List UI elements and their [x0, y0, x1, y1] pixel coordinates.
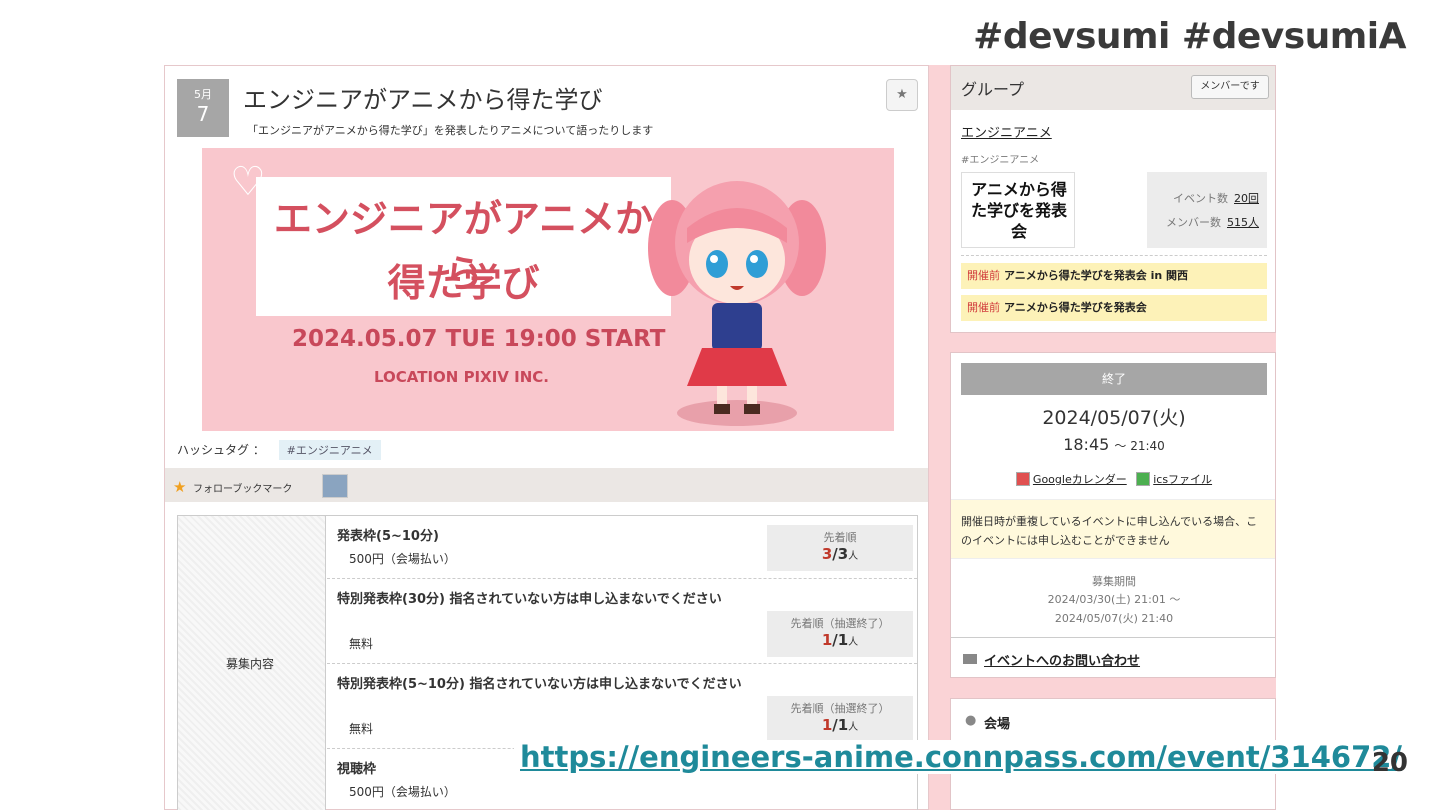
quota-unit: 人	[848, 722, 859, 733]
event-count-link[interactable]: 20回	[1234, 192, 1259, 205]
slide-hashtags: #devsumi #devsumiA	[973, 16, 1406, 57]
event-main-panel: 5月 7 エンジニアがアニメから得た学び 「エンジニアがアニメから得た学び」を発…	[164, 65, 929, 810]
group-header: グループ メンバーです	[951, 66, 1275, 110]
ticket-price: 500円（会場払い）	[349, 552, 456, 566]
ticket-price: 無料	[349, 722, 374, 736]
group-name-link[interactable]: エンジニアニメ	[961, 122, 1052, 141]
group-panel: グループ メンバーです エンジニアニメ #エンジニアニメ アニメから得た学びを発…	[950, 65, 1276, 333]
ticket-price: 500円（会場払い）	[349, 785, 456, 799]
event-month: 5月	[194, 88, 212, 101]
event-date: 2024/05/07(火)	[1042, 407, 1186, 429]
ticket-price: 無料	[349, 637, 374, 651]
quota-type: 先着順（抽選終了）	[790, 617, 890, 630]
event-status-badge: 開催前	[967, 269, 1000, 282]
event-count-label: イベント数	[1173, 192, 1228, 205]
quota-capacity: 1	[837, 716, 849, 734]
event-url-link[interactable]: https://engineers-anime.connpass.com/eve…	[514, 740, 1409, 774]
quota-count: 1/1人	[767, 716, 913, 734]
event-title: エンジニアがアニメから得た学び	[243, 86, 603, 114]
table-row: 特別発表枠(5~10分) 指名されていない方は申し込まないでください 無料 先着…	[327, 664, 917, 749]
map-pin-icon: ●	[965, 713, 977, 728]
event-status-ended: 終了	[961, 363, 1267, 395]
quota-unit: 人	[848, 551, 859, 562]
event-start-time: 18:45	[1063, 435, 1110, 454]
hashtag-row: ハッシュタグ ： #エンジニアニメ	[177, 440, 381, 460]
recruitment-header: 募集内容	[178, 516, 326, 810]
ticket-quota: 先着順（抽選終了） 1/1人	[767, 611, 913, 657]
contact-row: イベントへのお問い合わせ	[951, 637, 1275, 677]
avatar[interactable]	[322, 474, 348, 498]
quota-filled: 3	[821, 545, 833, 563]
quota-filled: 1	[821, 631, 833, 649]
table-row: 発表枠(5~10分) 500円（会場払い） 先着順 3/3人	[327, 516, 917, 579]
member-count-row: メンバー数 515人	[1166, 214, 1259, 230]
contact-link[interactable]: イベントへのお問い合わせ	[984, 650, 1140, 669]
calendar-icon	[1015, 472, 1030, 486]
group-event-item[interactable]: 開催前 アニメから得た学びを発表会	[961, 295, 1267, 321]
slide-page-number: 20	[1371, 748, 1408, 778]
follow-bookmark-bar: ★ フォローブックマーク	[165, 468, 928, 502]
ticket-quota: 先着順（抽選終了） 1/1人	[767, 696, 913, 742]
anime-character-illustration	[648, 181, 826, 426]
member-count-label: メンバー数	[1166, 216, 1221, 229]
venue-label: 会場	[984, 717, 1011, 732]
recruit-period-end: 2024/05/07(火) 21:40	[1054, 612, 1174, 625]
group-header-title: グループ	[961, 80, 1025, 99]
ticket-name: 発表枠(5~10分)	[337, 529, 439, 544]
quota-type: 先着順	[823, 531, 857, 544]
ticket-quota: 先着順 3/3人	[767, 525, 913, 571]
event-time: 18:45 ～ 21:40	[951, 435, 1276, 454]
quota-type: 先着順（抽選終了）	[790, 702, 890, 715]
quota-capacity: 1	[837, 631, 849, 649]
connpass-screenshot: 5月 7 エンジニアがアニメから得た学び 「エンジニアがアニメから得た学び」を発…	[164, 65, 1276, 810]
group-event-title: アニメから得た学びを発表会 in 関西	[1004, 269, 1189, 282]
event-banner: ♡ ♡ エンジニアがアニメから 得た学び 2024.05.07 TUE 19:0…	[202, 148, 894, 431]
event-day: 7	[196, 102, 210, 126]
divider	[961, 255, 1267, 256]
recruitment-header-label: 募集内容	[226, 657, 275, 671]
duplicate-warning: 開催日時が重複しているイベントに申し込んでいる場合、このイベントには申し込むこと…	[951, 499, 1275, 559]
banner-date: 2024.05.07 TUE 19:00 START	[292, 326, 666, 352]
recruit-period-start: 2024/03/30(土) 21:01 ～	[1047, 593, 1181, 606]
follow-bookmark-label: フォローブックマーク	[193, 484, 293, 495]
download-icon	[1136, 472, 1151, 486]
calendar-links: Googleカレンダー icsファイル	[951, 471, 1276, 487]
bookmark-button[interactable]: ★	[886, 79, 918, 111]
table-row: 特別発表枠(30分) 指名されていない方は申し込まないでください 無料 先着順（…	[327, 579, 917, 664]
ticket-name: 特別発表枠(5~10分) 指名されていない方は申し込まないでください	[337, 677, 742, 692]
schedule-panel: 終了 2024/05/07(火) 18:45 ～ 21:40 Googleカレン…	[950, 352, 1276, 678]
banner-title-line2: 得た学び	[387, 261, 540, 305]
google-calendar-link[interactable]: Googleカレンダー	[1033, 473, 1127, 486]
quota-unit: 人	[848, 637, 859, 648]
star-icon: ★	[896, 87, 908, 102]
member-status-button[interactable]: メンバーです	[1191, 75, 1269, 99]
mail-icon	[963, 654, 977, 664]
group-hashtag: #エンジニアニメ	[961, 155, 1040, 166]
group-logo-text: アニメから得た学びを発表会	[970, 180, 1067, 241]
quota-filled: 1	[821, 716, 833, 734]
quota-count: 1/1人	[767, 631, 913, 649]
recruit-period-label: 募集期間	[1092, 575, 1136, 588]
ics-file-link[interactable]: icsファイル	[1153, 473, 1212, 486]
group-logo[interactable]: アニメから得た学びを発表会	[961, 172, 1075, 248]
ticket-name: 特別発表枠(30分) 指名されていない方は申し込まないでください	[337, 592, 722, 607]
event-end-time: ～ 21:40	[1114, 439, 1165, 453]
hashtag-label: ハッシュタグ ：	[177, 443, 265, 457]
group-event-item[interactable]: 開催前 アニメから得た学びを発表会 in 関西	[961, 263, 1267, 289]
quota-count: 3/3人	[767, 545, 913, 563]
event-count-row: イベント数 20回	[1173, 190, 1259, 206]
event-status-badge: 開催前	[967, 301, 1000, 314]
star-icon: ★	[173, 478, 187, 496]
hashtag-link[interactable]: #エンジニアニメ	[278, 440, 381, 460]
banner-location: LOCATION PIXIV INC.	[374, 368, 549, 386]
group-stats: イベント数 20回 メンバー数 515人	[1147, 172, 1267, 248]
group-event-title: アニメから得た学びを発表会	[1004, 301, 1147, 314]
event-date-badge: 5月 7	[177, 79, 229, 137]
event-subtitle: 「エンジニアがアニメから得た学び」を発表したりアニメについて語ったりします	[247, 124, 654, 137]
quota-capacity: 3	[837, 545, 849, 563]
member-count-link[interactable]: 515人	[1227, 216, 1259, 229]
